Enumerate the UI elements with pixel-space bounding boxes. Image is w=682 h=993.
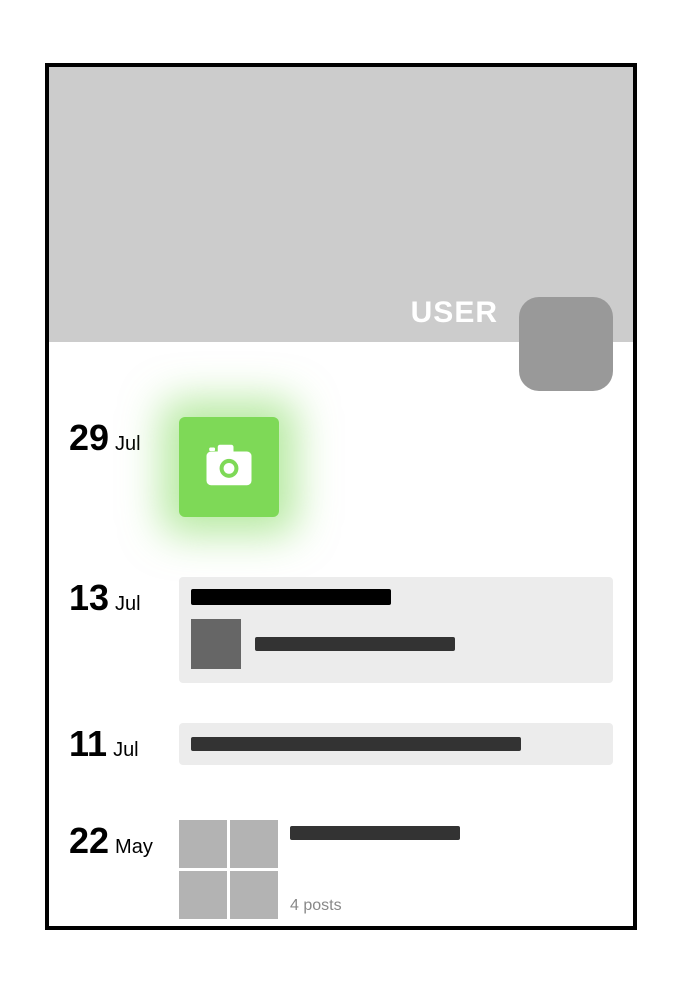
post-text-placeholder (290, 826, 460, 840)
timeline: 29 Jul (49, 417, 633, 919)
grid-thumb[interactable] (230, 820, 278, 868)
entry-day: 11 (69, 723, 107, 765)
entry-date: 22 May (69, 820, 179, 862)
avatar[interactable] (519, 297, 613, 391)
timeline-entry: 11 Jul (69, 723, 613, 765)
post-card[interactable] (179, 723, 613, 765)
entry-date: 29 Jul (69, 417, 179, 459)
post-text-placeholder (191, 737, 521, 751)
post-text-placeholder (255, 637, 455, 651)
thumbnail-grid[interactable] (179, 820, 278, 919)
grid-thumb[interactable] (179, 820, 227, 868)
post-thumbnail[interactable] (191, 619, 241, 669)
entry-day: 29 (69, 417, 109, 459)
username-label: USER (411, 296, 498, 330)
entry-month: May (115, 836, 153, 859)
timeline-entry: 29 Jul (69, 417, 613, 517)
grid-thumb[interactable] (179, 871, 227, 919)
timeline-entry: 22 May 4 posts (69, 820, 613, 919)
entry-day: 13 (69, 577, 109, 619)
post-title-placeholder (191, 589, 391, 605)
post-card[interactable] (179, 577, 613, 683)
camera-icon (202, 438, 256, 497)
entry-month: Jul (115, 433, 141, 456)
posts-count-label: 4 posts (290, 897, 460, 915)
entry-month: Jul (113, 739, 139, 762)
post-summary[interactable]: 4 posts (179, 820, 613, 919)
app-frame: USER 29 Jul (45, 63, 637, 930)
entry-day: 22 (69, 820, 109, 862)
grid-thumb[interactable] (230, 871, 278, 919)
camera-button[interactable] (179, 417, 279, 517)
entry-date: 11 Jul (69, 723, 179, 765)
timeline-entry: 13 Jul (69, 577, 613, 683)
entry-month: Jul (115, 593, 141, 616)
entry-date: 13 Jul (69, 577, 179, 619)
